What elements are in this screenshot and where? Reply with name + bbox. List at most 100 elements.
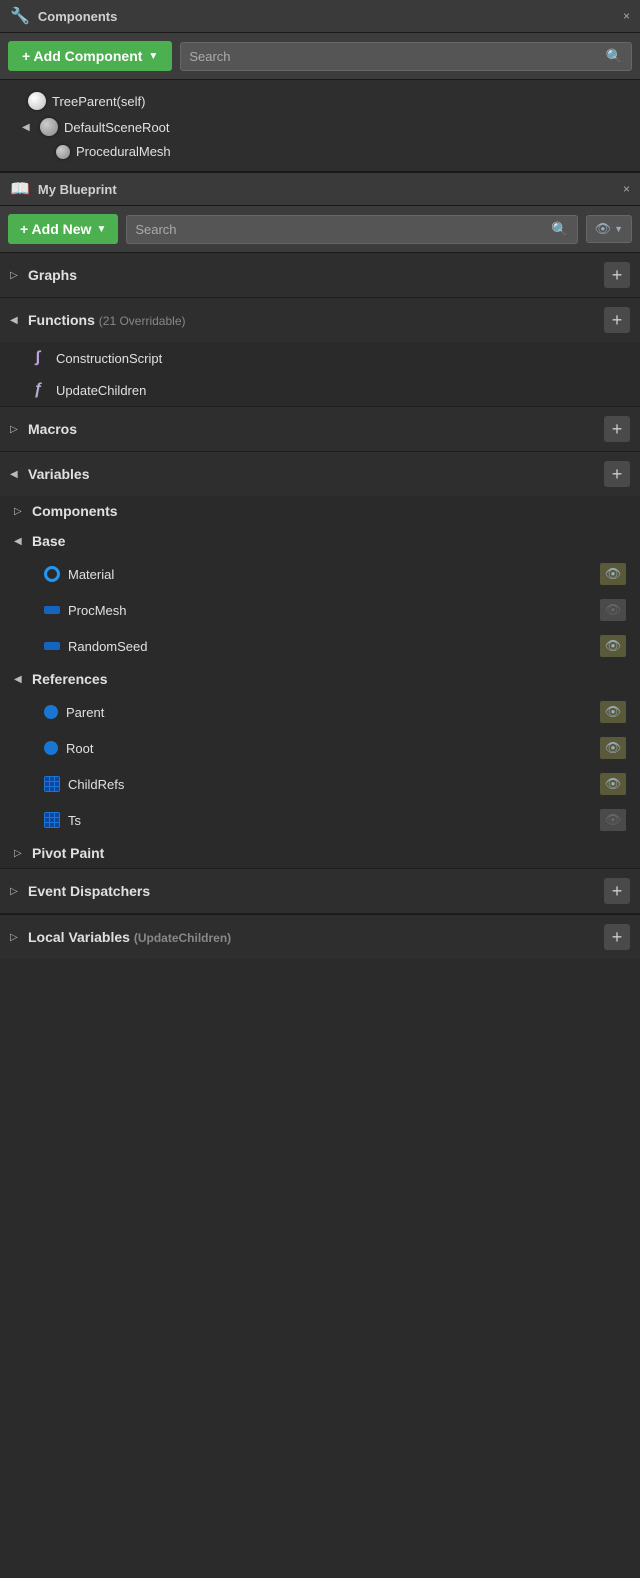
material-eye-button[interactable]: 👁 [600, 563, 626, 585]
blueprint-search-input[interactable] [135, 222, 545, 237]
macros-section-header[interactable]: ▷ Macros + [0, 407, 640, 451]
add-new-button[interactable]: + Add New ▼ [8, 214, 118, 244]
component-tree: TreeParent(self) ◀ DefaultSceneRoot Proc… [0, 80, 640, 173]
local-variables-add-button[interactable]: + [604, 924, 630, 950]
construction-script-item[interactable]: ∫ ConstructionScript [0, 342, 640, 374]
references-group-title: References [32, 671, 108, 687]
add-component-label: + Add Component [22, 48, 142, 64]
procmesh-icon [44, 606, 60, 614]
components-group-header[interactable]: ▷ Components [0, 496, 640, 526]
material-item[interactable]: Material 👁 [0, 556, 640, 592]
event-dispatchers-title: Event Dispatchers [28, 883, 598, 899]
components-panel-title: Components [38, 9, 615, 24]
references-group-arrow: ◀ [14, 674, 26, 685]
components-panel: 🔧 Components × + Add Component ▼ 🔍 TreeP… [0, 0, 640, 173]
blueprint-toolbar: + Add New ▼ 🔍 👁 ▼ [0, 206, 640, 253]
functions-arrow: ◀ [10, 315, 22, 326]
pivot-paint-group-title: Pivot Paint [32, 845, 104, 861]
eye-visibility-button[interactable]: 👁 ▼ [586, 215, 632, 243]
variables-arrow: ◀ [10, 469, 22, 480]
base-group-arrow: ◀ [14, 536, 26, 547]
graphs-title: Graphs [28, 267, 598, 283]
childrefs-eye-button[interactable]: 👁 [600, 773, 626, 795]
randomseed-item[interactable]: RandomSeed 👁 [0, 628, 640, 664]
add-component-button[interactable]: + Add Component ▼ [8, 41, 172, 71]
add-new-label: + Add New [20, 221, 91, 237]
functions-section-header[interactable]: ◀ Functions (21 Overridable) + [0, 298, 640, 342]
pivot-paint-group-header[interactable]: ▷ Pivot Paint [0, 838, 640, 868]
randomseed-label: RandomSeed [68, 639, 592, 654]
local-variables-section: ▷ Local Variables (UpdateChildren) + [0, 914, 640, 959]
childrefs-item[interactable]: ChildRefs 👁 [0, 766, 640, 802]
add-component-arrow: ▼ [148, 51, 158, 62]
tree-item-treeparent[interactable]: TreeParent(self) [0, 88, 640, 114]
root-eye-button[interactable]: 👁 [600, 737, 626, 759]
components-panel-header: 🔧 Components × [0, 0, 640, 33]
components-panel-close[interactable]: × [623, 9, 630, 23]
graphs-section-header[interactable]: ▷ Graphs + [0, 253, 640, 297]
ts-item[interactable]: Ts 👁 [0, 802, 640, 838]
blueprint-panel-title: My Blueprint [38, 182, 615, 197]
variables-title: Variables [28, 466, 598, 482]
base-group-title: Base [32, 533, 65, 549]
defaultsceneroot-label: DefaultSceneRoot [64, 120, 170, 135]
macros-title: Macros [28, 421, 598, 437]
ts-eye-button[interactable]: 👁 [600, 809, 626, 831]
parent-label: Parent [66, 705, 592, 720]
functions-section: ◀ Functions (21 Overridable) + ∫ Constru… [0, 298, 640, 407]
functions-title: Functions (21 Overridable) [28, 312, 598, 328]
event-dispatchers-header[interactable]: ▷ Event Dispatchers + [0, 869, 640, 913]
blueprint-panel-header: 📖 My Blueprint × [0, 173, 640, 206]
pivot-paint-group-arrow: ▷ [14, 848, 26, 859]
root-icon [44, 741, 58, 755]
update-children-item[interactable]: ƒ UpdateChildren [0, 374, 640, 406]
construction-script-icon: ∫ [28, 349, 48, 367]
procmesh-eye-button[interactable]: 👁 [600, 599, 626, 621]
root-item[interactable]: Root 👁 [0, 730, 640, 766]
functions-add-button[interactable]: + [604, 307, 630, 333]
proceduralmesh-label: ProceduralMesh [76, 144, 171, 159]
event-dispatchers-add-button[interactable]: + [604, 878, 630, 904]
graphs-section: ▷ Graphs + [0, 253, 640, 298]
components-panel-icon: 🔧 [10, 6, 30, 26]
variables-add-button[interactable]: + [604, 461, 630, 487]
material-icon [44, 566, 60, 582]
local-variables-subtitle: (UpdateChildren) [134, 931, 231, 945]
update-children-icon: ƒ [28, 381, 48, 399]
treeparent-icon [28, 92, 46, 110]
ts-icon [44, 812, 60, 828]
childrefs-icon [44, 776, 60, 792]
blueprint-panel-icon: 📖 [10, 179, 30, 199]
blueprint-search-icon: 🔍 [551, 221, 568, 238]
childrefs-label: ChildRefs [68, 777, 592, 792]
tree-item-defaultsceneroot[interactable]: ◀ DefaultSceneRoot [0, 114, 640, 140]
macros-arrow: ▷ [10, 424, 22, 435]
defaultsceneroot-icon [40, 118, 58, 136]
macros-add-button[interactable]: + [604, 416, 630, 442]
eye-dropdown-arrow: ▼ [614, 224, 623, 234]
defaultsceneroot-arrow: ◀ [22, 122, 34, 133]
procmesh-label: ProcMesh [68, 603, 592, 618]
procmesh-item[interactable]: ProcMesh 👁 [0, 592, 640, 628]
variables-section-header[interactable]: ◀ Variables + [0, 452, 640, 496]
references-group-header[interactable]: ◀ References [0, 664, 640, 694]
parent-eye-button[interactable]: 👁 [600, 701, 626, 723]
tree-item-proceduralmesh[interactable]: ProceduralMesh [0, 140, 640, 163]
blueprint-panel: 📖 My Blueprint × + Add New ▼ 🔍 👁 ▼ ▷ Gra… [0, 173, 640, 959]
graphs-add-button[interactable]: + [604, 262, 630, 288]
material-label: Material [68, 567, 592, 582]
base-group-header[interactable]: ◀ Base [0, 526, 640, 556]
graphs-arrow: ▷ [10, 270, 22, 281]
construction-script-label: ConstructionScript [56, 351, 626, 366]
components-search-icon: 🔍 [606, 48, 623, 65]
macros-section: ▷ Macros + [0, 407, 640, 452]
randomseed-eye-button[interactable]: 👁 [600, 635, 626, 657]
root-label: Root [66, 741, 592, 756]
components-group-title: Components [32, 503, 118, 519]
parent-item[interactable]: Parent 👁 [0, 694, 640, 730]
blueprint-panel-close[interactable]: × [623, 182, 630, 196]
components-search-input[interactable] [189, 49, 599, 64]
functions-subtitle: (21 Overridable) [99, 314, 186, 328]
event-dispatchers-section: ▷ Event Dispatchers + [0, 869, 640, 914]
functions-items: ∫ ConstructionScript ƒ UpdateChildren [0, 342, 640, 406]
